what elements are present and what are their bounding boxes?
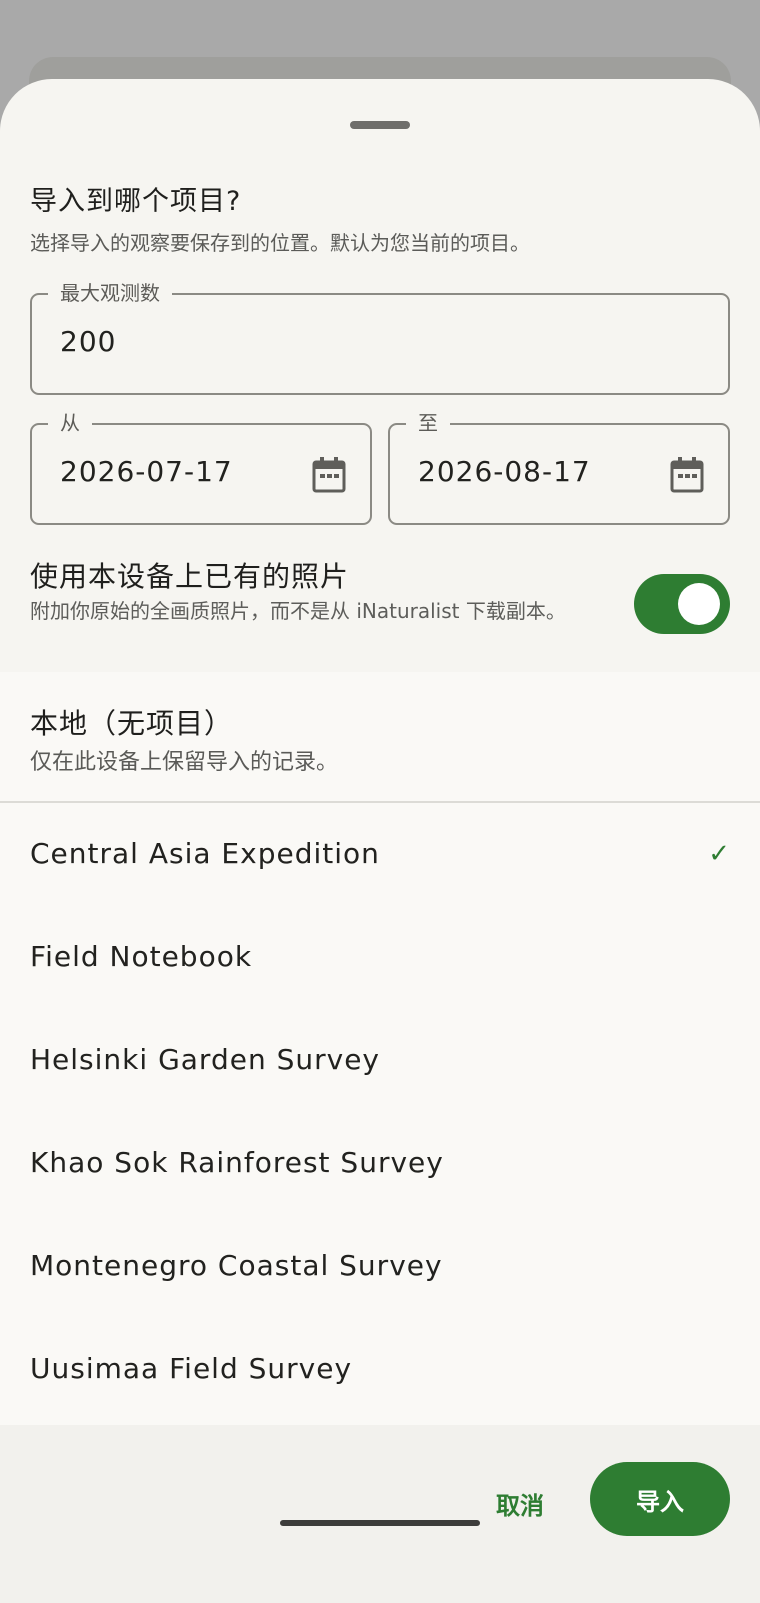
- local-option-title: 本地（无项目）: [30, 707, 234, 740]
- device-photos-toggle[interactable]: [634, 574, 730, 634]
- project-list: 本地（无项目） 仅在此设备上保留导入的记录。 Central Asia Expe…: [0, 672, 760, 1425]
- project-label: Helsinki Garden Survey: [30, 1043, 380, 1076]
- date-to-value[interactable]: 2026-08-17: [418, 455, 591, 488]
- project-item-montenegro-coastal-survey[interactable]: Montenegro Coastal Survey: [0, 1215, 760, 1318]
- date-from-value[interactable]: 2026-07-17: [60, 455, 233, 488]
- local-no-project-option[interactable]: 本地（无项目） 仅在此设备上保留导入的记录。: [0, 672, 760, 803]
- calendar-icon[interactable]: [670, 457, 704, 493]
- max-observations-label: 最大观测数: [48, 279, 172, 307]
- date-to-field[interactable]: 至 2026-08-17: [388, 409, 730, 525]
- drag-handle[interactable]: [350, 121, 410, 129]
- project-label: Montenegro Coastal Survey: [30, 1249, 443, 1282]
- date-from-label: 从: [48, 409, 92, 437]
- local-option-description: 仅在此设备上保留导入的记录。: [30, 750, 339, 775]
- check-icon: ✓: [708, 839, 730, 869]
- project-item-uusimaa-field-survey[interactable]: Uusimaa Field Survey: [0, 1318, 760, 1421]
- import-button[interactable]: 导入: [590, 1462, 730, 1536]
- max-observations-field[interactable]: 最大观测数 200: [30, 279, 730, 395]
- action-footer: 取消 导入: [0, 1425, 760, 1603]
- project-item-helsinki-garden-survey[interactable]: Helsinki Garden Survey: [0, 1009, 760, 1112]
- device-photos-description: 附加你原始的全画质照片，而不是从 iNaturalist 下载副本。: [30, 599, 566, 623]
- toggle-knob: [678, 583, 720, 625]
- max-observations-value[interactable]: 200: [60, 325, 116, 358]
- sheet-title: 导入到哪个项目?: [30, 186, 242, 217]
- project-label: Field Notebook: [30, 940, 253, 973]
- project-item-field-notebook[interactable]: Field Notebook: [0, 906, 760, 1009]
- date-from-field[interactable]: 从 2026-07-17: [30, 409, 372, 525]
- date-to-label: 至: [406, 409, 450, 437]
- device-photos-title: 使用本设备上已有的照片: [30, 560, 350, 593]
- sheet-subtitle: 选择导入的观察要保存到的位置。默认为您当前的项目。: [30, 231, 530, 255]
- project-item-khao-sok-rainforest-survey[interactable]: Khao Sok Rainforest Survey: [0, 1112, 760, 1215]
- project-label: Central Asia Expedition: [30, 837, 380, 870]
- project-label: Khao Sok Rainforest Survey: [30, 1146, 444, 1179]
- calendar-icon[interactable]: [312, 457, 346, 493]
- import-bottom-sheet: 导入到哪个项目? 选择导入的观察要保存到的位置。默认为您当前的项目。 最大观测数…: [0, 79, 760, 1603]
- project-label: Uusimaa Field Survey: [30, 1352, 353, 1385]
- project-item-central-asia-expedition[interactable]: Central Asia Expedition ✓: [0, 803, 760, 906]
- gesture-nav-bar: [280, 1520, 480, 1526]
- cancel-button[interactable]: 取消: [482, 1475, 558, 1531]
